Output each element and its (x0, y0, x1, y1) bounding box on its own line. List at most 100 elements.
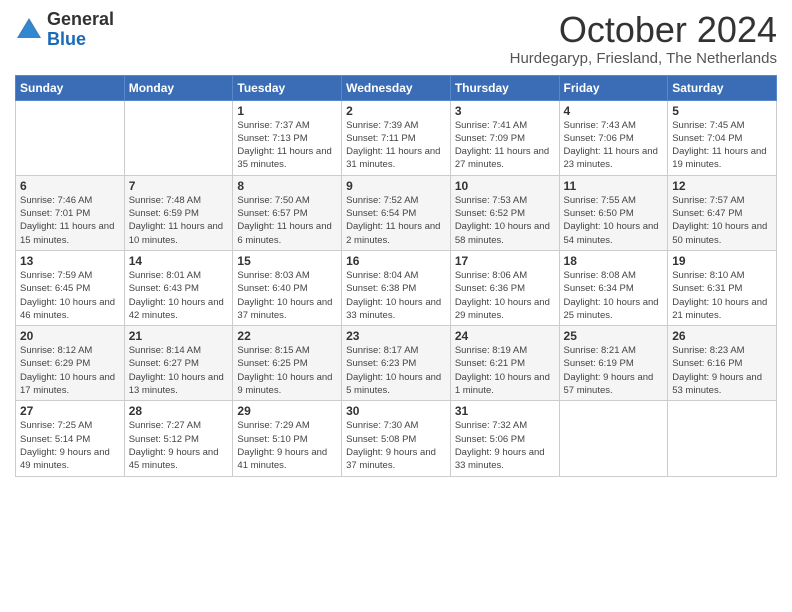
logo-blue-text: Blue (47, 30, 114, 50)
header-sunday: Sunday (16, 75, 125, 100)
day-info: Sunrise: 8:23 AM Sunset: 6:16 PM Dayligh… (672, 345, 762, 396)
calendar-cell: 4 Sunrise: 7:43 AM Sunset: 7:06 PM Dayli… (559, 100, 668, 175)
day-number: 4 (564, 104, 664, 118)
calendar-cell: 10 Sunrise: 7:53 AM Sunset: 6:52 PM Dayl… (450, 175, 559, 250)
day-number: 31 (455, 404, 555, 418)
calendar-cell: 7 Sunrise: 7:48 AM Sunset: 6:59 PM Dayli… (124, 175, 233, 250)
logo-icon (15, 16, 43, 44)
day-number: 11 (564, 179, 664, 193)
day-info: Sunrise: 7:27 AM Sunset: 5:12 PM Dayligh… (129, 420, 219, 471)
header-monday: Monday (124, 75, 233, 100)
day-info: Sunrise: 8:04 AM Sunset: 6:38 PM Dayligh… (346, 270, 441, 321)
day-info: Sunrise: 8:12 AM Sunset: 6:29 PM Dayligh… (20, 345, 115, 396)
calendar-table: Sunday Monday Tuesday Wednesday Thursday… (15, 75, 777, 477)
day-number: 3 (455, 104, 555, 118)
day-info: Sunrise: 7:30 AM Sunset: 5:08 PM Dayligh… (346, 420, 436, 471)
day-info: Sunrise: 7:25 AM Sunset: 5:14 PM Dayligh… (20, 420, 110, 471)
day-number: 1 (237, 104, 337, 118)
calendar-cell: 13 Sunrise: 7:59 AM Sunset: 6:45 PM Dayl… (16, 250, 125, 325)
day-info: Sunrise: 7:43 AM Sunset: 7:06 PM Dayligh… (564, 120, 658, 171)
calendar-cell (559, 401, 668, 476)
day-info: Sunrise: 7:53 AM Sunset: 6:52 PM Dayligh… (455, 195, 550, 246)
day-info: Sunrise: 7:57 AM Sunset: 6:47 PM Dayligh… (672, 195, 767, 246)
day-number: 8 (237, 179, 337, 193)
day-info: Sunrise: 7:50 AM Sunset: 6:57 PM Dayligh… (237, 195, 331, 246)
header-wednesday: Wednesday (342, 75, 451, 100)
day-number: 22 (237, 329, 337, 343)
day-number: 27 (20, 404, 120, 418)
day-info: Sunrise: 8:06 AM Sunset: 6:36 PM Dayligh… (455, 270, 550, 321)
day-number: 24 (455, 329, 555, 343)
calendar-cell: 5 Sunrise: 7:45 AM Sunset: 7:04 PM Dayli… (668, 100, 777, 175)
logo: General Blue (15, 10, 114, 50)
calendar-cell: 29 Sunrise: 7:29 AM Sunset: 5:10 PM Dayl… (233, 401, 342, 476)
page: General Blue October 2024 Hurdegaryp, Fr… (0, 0, 792, 612)
day-info: Sunrise: 7:37 AM Sunset: 7:13 PM Dayligh… (237, 120, 331, 171)
day-info: Sunrise: 7:29 AM Sunset: 5:10 PM Dayligh… (237, 420, 327, 471)
day-number: 5 (672, 104, 772, 118)
calendar-cell: 28 Sunrise: 7:27 AM Sunset: 5:12 PM Dayl… (124, 401, 233, 476)
day-info: Sunrise: 8:01 AM Sunset: 6:43 PM Dayligh… (129, 270, 224, 321)
day-number: 26 (672, 329, 772, 343)
calendar-cell: 9 Sunrise: 7:52 AM Sunset: 6:54 PM Dayli… (342, 175, 451, 250)
week-row-4: 20 Sunrise: 8:12 AM Sunset: 6:29 PM Dayl… (16, 326, 777, 401)
calendar-cell: 3 Sunrise: 7:41 AM Sunset: 7:09 PM Dayli… (450, 100, 559, 175)
calendar-cell: 19 Sunrise: 8:10 AM Sunset: 6:31 PM Dayl… (668, 250, 777, 325)
day-info: Sunrise: 7:32 AM Sunset: 5:06 PM Dayligh… (455, 420, 545, 471)
week-row-5: 27 Sunrise: 7:25 AM Sunset: 5:14 PM Dayl… (16, 401, 777, 476)
day-info: Sunrise: 8:10 AM Sunset: 6:31 PM Dayligh… (672, 270, 767, 321)
calendar-cell: 16 Sunrise: 8:04 AM Sunset: 6:38 PM Dayl… (342, 250, 451, 325)
week-row-1: 1 Sunrise: 7:37 AM Sunset: 7:13 PM Dayli… (16, 100, 777, 175)
logo-text: General Blue (47, 10, 114, 50)
header-friday: Friday (559, 75, 668, 100)
day-info: Sunrise: 8:03 AM Sunset: 6:40 PM Dayligh… (237, 270, 332, 321)
weekday-header-row: Sunday Monday Tuesday Wednesday Thursday… (16, 75, 777, 100)
day-number: 25 (564, 329, 664, 343)
day-info: Sunrise: 7:46 AM Sunset: 7:01 PM Dayligh… (20, 195, 114, 246)
calendar-cell: 2 Sunrise: 7:39 AM Sunset: 7:11 PM Dayli… (342, 100, 451, 175)
calendar-cell (668, 401, 777, 476)
day-info: Sunrise: 8:21 AM Sunset: 6:19 PM Dayligh… (564, 345, 654, 396)
day-number: 2 (346, 104, 446, 118)
day-number: 10 (455, 179, 555, 193)
day-number: 30 (346, 404, 446, 418)
day-number: 23 (346, 329, 446, 343)
header-tuesday: Tuesday (233, 75, 342, 100)
day-info: Sunrise: 7:45 AM Sunset: 7:04 PM Dayligh… (672, 120, 766, 171)
day-number: 7 (129, 179, 229, 193)
day-number: 19 (672, 254, 772, 268)
day-number: 9 (346, 179, 446, 193)
day-info: Sunrise: 7:55 AM Sunset: 6:50 PM Dayligh… (564, 195, 659, 246)
calendar-cell (16, 100, 125, 175)
title-block: October 2024 Hurdegaryp, Friesland, The … (510, 10, 777, 67)
week-row-3: 13 Sunrise: 7:59 AM Sunset: 6:45 PM Dayl… (16, 250, 777, 325)
calendar-cell: 15 Sunrise: 8:03 AM Sunset: 6:40 PM Dayl… (233, 250, 342, 325)
day-info: Sunrise: 8:14 AM Sunset: 6:27 PM Dayligh… (129, 345, 224, 396)
day-info: Sunrise: 7:39 AM Sunset: 7:11 PM Dayligh… (346, 120, 440, 171)
week-row-2: 6 Sunrise: 7:46 AM Sunset: 7:01 PM Dayli… (16, 175, 777, 250)
day-info: Sunrise: 8:17 AM Sunset: 6:23 PM Dayligh… (346, 345, 441, 396)
day-number: 16 (346, 254, 446, 268)
calendar-cell: 1 Sunrise: 7:37 AM Sunset: 7:13 PM Dayli… (233, 100, 342, 175)
day-info: Sunrise: 8:15 AM Sunset: 6:25 PM Dayligh… (237, 345, 332, 396)
header-thursday: Thursday (450, 75, 559, 100)
day-number: 14 (129, 254, 229, 268)
day-info: Sunrise: 7:48 AM Sunset: 6:59 PM Dayligh… (129, 195, 223, 246)
calendar-cell: 24 Sunrise: 8:19 AM Sunset: 6:21 PM Dayl… (450, 326, 559, 401)
day-number: 17 (455, 254, 555, 268)
main-title: October 2024 (510, 10, 777, 50)
day-info: Sunrise: 7:52 AM Sunset: 6:54 PM Dayligh… (346, 195, 440, 246)
calendar-cell: 31 Sunrise: 7:32 AM Sunset: 5:06 PM Dayl… (450, 401, 559, 476)
calendar-cell: 30 Sunrise: 7:30 AM Sunset: 5:08 PM Dayl… (342, 401, 451, 476)
day-number: 13 (20, 254, 120, 268)
calendar-cell: 6 Sunrise: 7:46 AM Sunset: 7:01 PM Dayli… (16, 175, 125, 250)
day-number: 28 (129, 404, 229, 418)
day-number: 15 (237, 254, 337, 268)
calendar-cell: 11 Sunrise: 7:55 AM Sunset: 6:50 PM Dayl… (559, 175, 668, 250)
calendar-cell: 8 Sunrise: 7:50 AM Sunset: 6:57 PM Dayli… (233, 175, 342, 250)
calendar-cell: 23 Sunrise: 8:17 AM Sunset: 6:23 PM Dayl… (342, 326, 451, 401)
calendar-cell: 12 Sunrise: 7:57 AM Sunset: 6:47 PM Dayl… (668, 175, 777, 250)
day-info: Sunrise: 8:19 AM Sunset: 6:21 PM Dayligh… (455, 345, 550, 396)
day-info: Sunrise: 7:59 AM Sunset: 6:45 PM Dayligh… (20, 270, 115, 321)
day-number: 18 (564, 254, 664, 268)
